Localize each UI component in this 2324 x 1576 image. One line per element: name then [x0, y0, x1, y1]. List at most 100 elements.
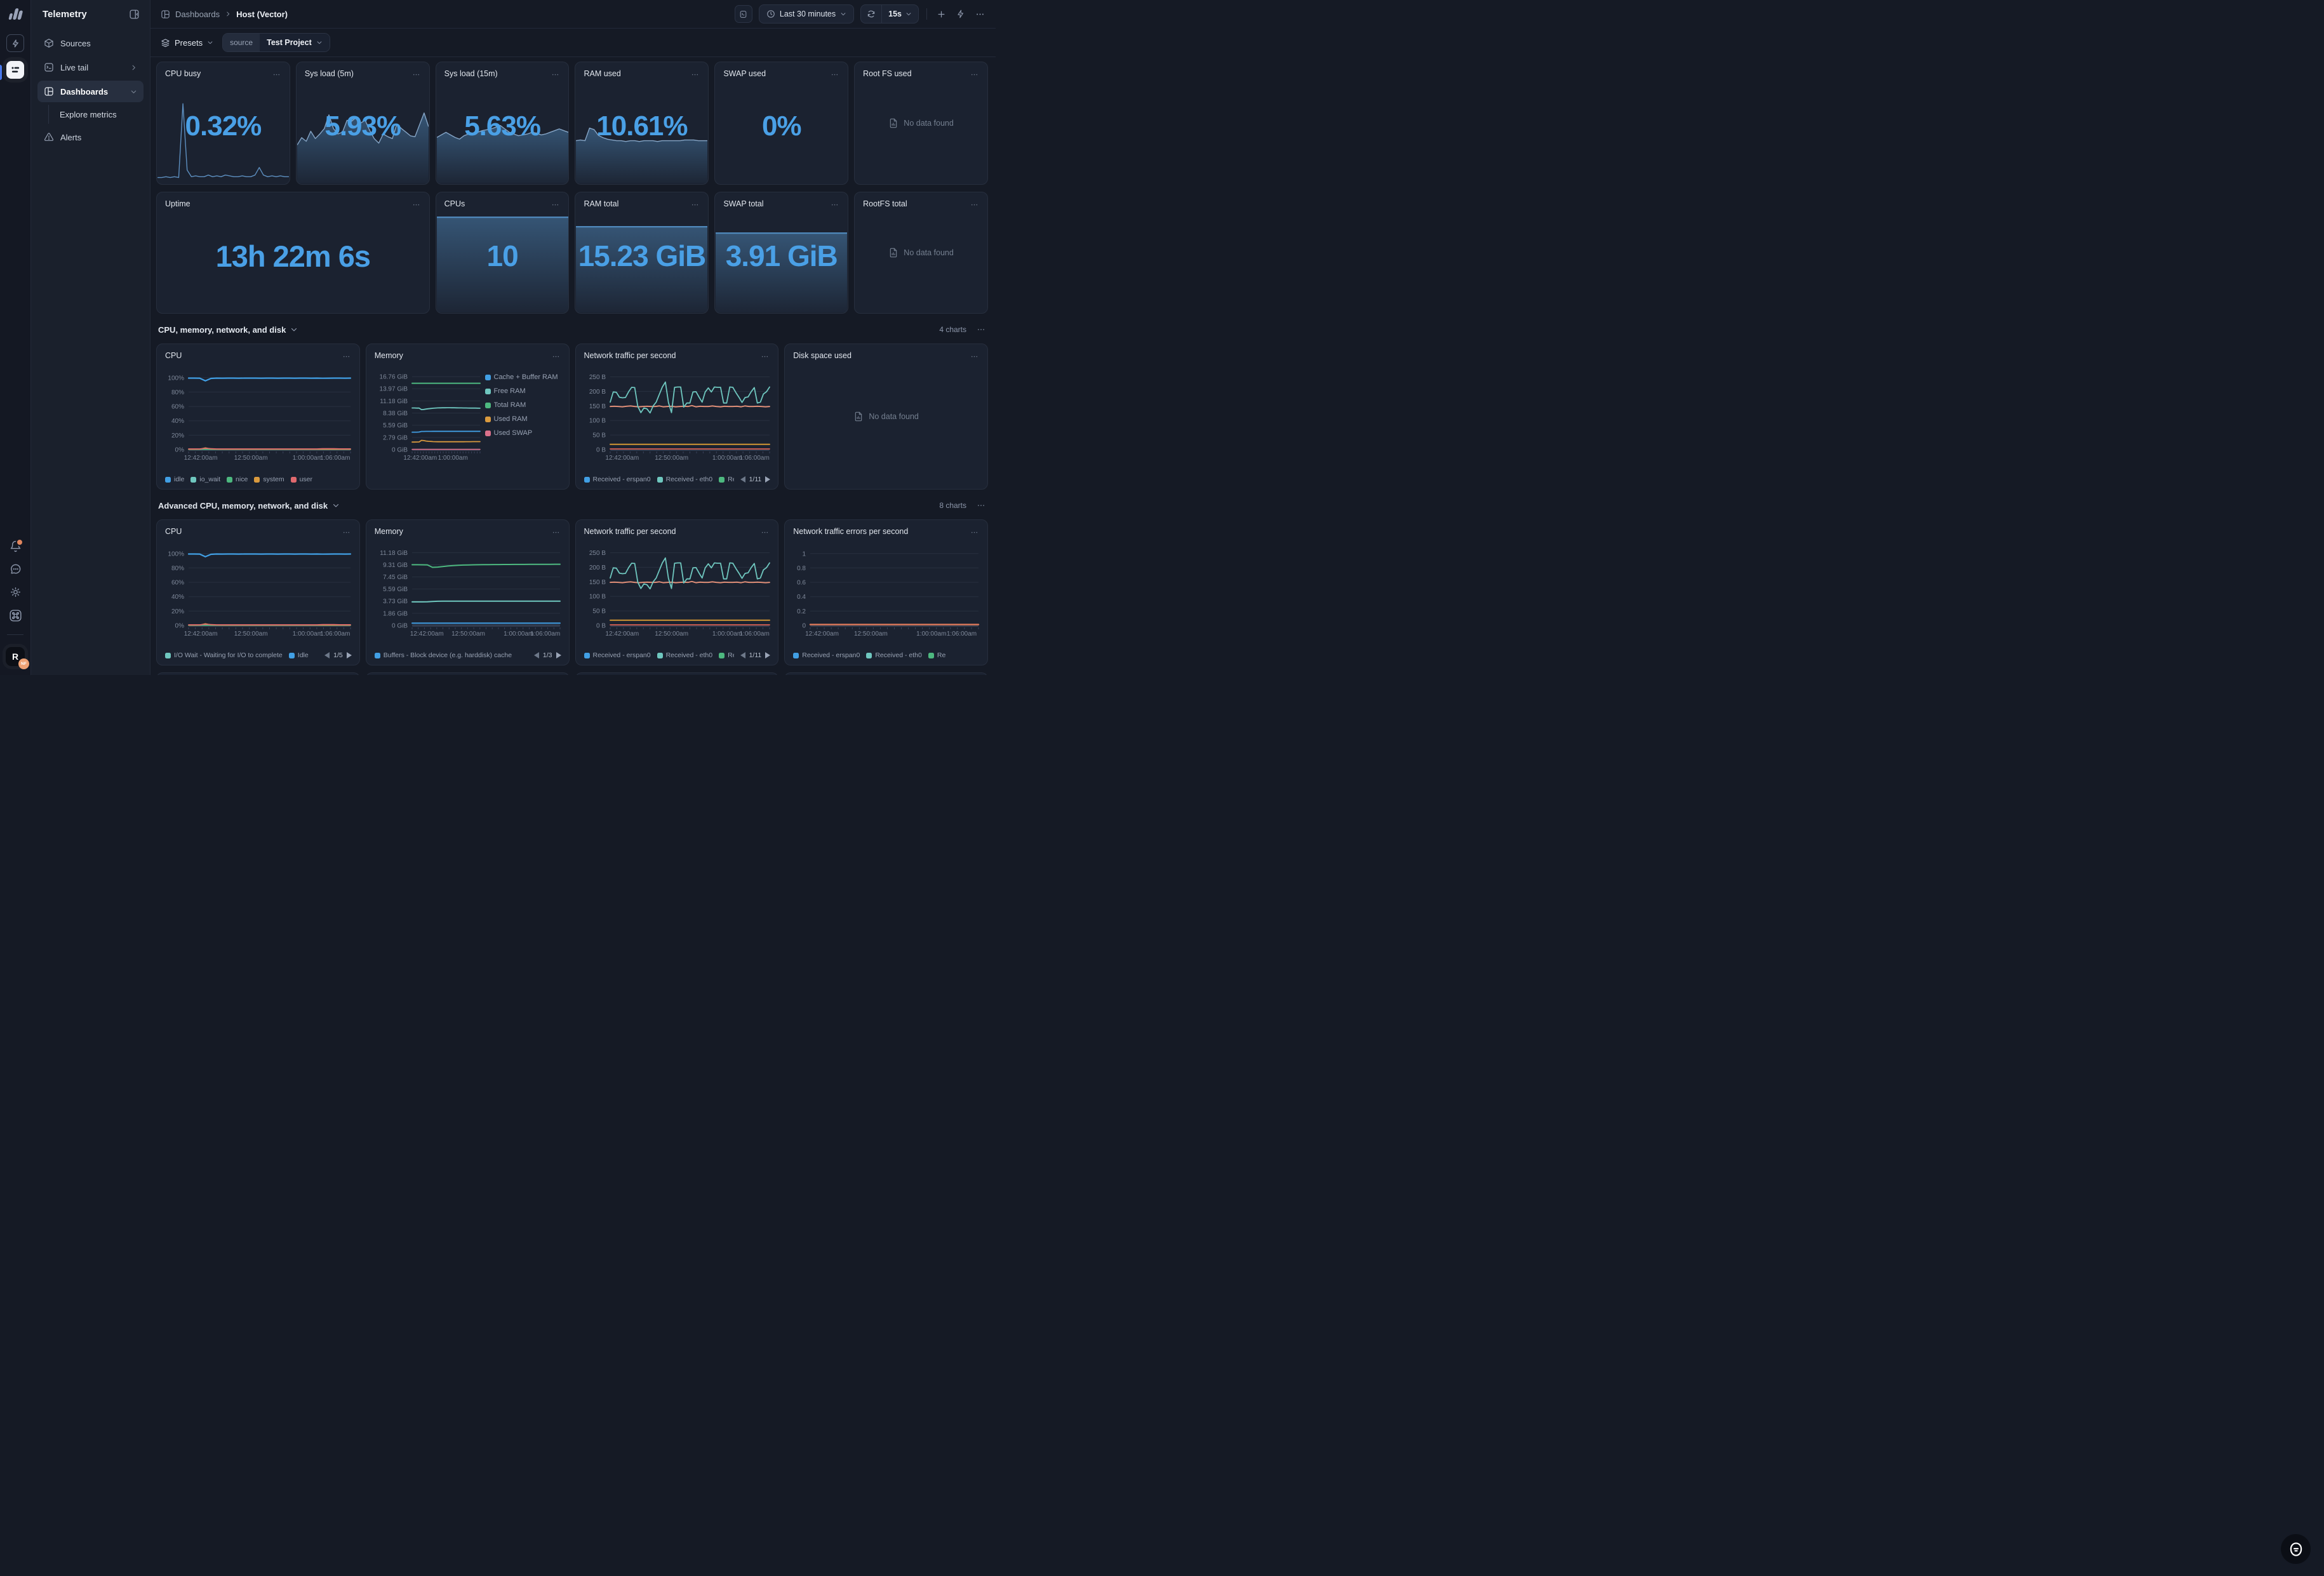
legend-item[interactable]: Received - eth0	[657, 476, 713, 483]
card-menu-icon[interactable]	[551, 527, 561, 538]
pager-label: 1/11	[749, 651, 762, 659]
legend-item[interactable]: Re	[719, 476, 733, 483]
card-menu-icon[interactable]	[411, 199, 422, 210]
card-menu-icon[interactable]	[690, 69, 700, 80]
card-menu-icon[interactable]	[341, 527, 352, 538]
chat-widget-button[interactable]	[2281, 1534, 2311, 1564]
network-advanced-chart-plot[interactable]: 250 B200 B150 B100 B50 B0 B12:42:00am12:…	[582, 545, 773, 638]
lightning-icon[interactable]	[954, 8, 967, 20]
legend-item[interactable]: Received - eth0	[657, 651, 713, 659]
card-menu-icon[interactable]	[969, 199, 980, 210]
legend-item[interactable]: nice	[227, 476, 248, 483]
legend-item[interactable]: Received - erspan0	[793, 651, 860, 659]
source-filter[interactable]: source Test Project	[222, 33, 330, 52]
legend-item[interactable]: Received - eth0	[866, 651, 922, 659]
sidebar-item-alerts[interactable]: Alerts	[37, 126, 144, 148]
memory-chart-plot[interactable]: 16.76 GiB13.97 GiB11.18 GiB8.38 GiB5.59 …	[373, 370, 484, 462]
top-bar: Dashboards Host (Vector) Last 30 minutes	[150, 0, 996, 29]
shortcuts-command-icon[interactable]	[9, 609, 22, 622]
card-menu-icon[interactable]	[969, 527, 980, 538]
card-menu-icon[interactable]	[829, 199, 840, 210]
pager-prev-icon[interactable]	[740, 652, 745, 658]
svg-text:250 B: 250 B	[589, 374, 605, 381]
memory-advanced-chart-plot[interactable]: 11.18 GiB9.31 GiB7.45 GiB5.59 GiB3.73 Gi…	[373, 545, 564, 638]
network-errors-chart-plot[interactable]: 10.80.60.40.2012:42:00am12:50:00am1:00:0…	[791, 545, 982, 638]
svg-text:80%: 80%	[171, 565, 184, 572]
source-filter-value[interactable]: Test Project	[260, 34, 330, 51]
card-menu-icon[interactable]	[829, 69, 840, 80]
quickstart-icon[interactable]	[6, 34, 24, 52]
card-menu-icon[interactable]	[759, 351, 770, 362]
legend-item[interactable]: Buffers - Block device (e.g. harddisk) c…	[375, 651, 512, 659]
pager-prev-icon[interactable]	[534, 652, 539, 658]
network-chart-plot[interactable]: 250 B200 B150 B100 B50 B0 B12:42:00am12:…	[582, 370, 773, 462]
pager-prev-icon[interactable]	[740, 476, 745, 483]
legend-swatch	[719, 477, 725, 483]
legend-label: io_wait	[199, 476, 220, 483]
legend-item[interactable]: Total RAM	[485, 401, 563, 409]
sidebar-collapse-icon[interactable]	[129, 9, 140, 20]
time-range-picker[interactable]: Last 30 minutes	[759, 4, 854, 23]
pager-next-icon[interactable]	[556, 652, 561, 658]
svg-text:100 B: 100 B	[589, 594, 605, 601]
section-header-basic[interactable]: CPU, memory, network, and disk 4 charts	[158, 322, 987, 337]
notifications-bell-icon[interactable]	[10, 540, 22, 552]
legend-item[interactable]: Re	[928, 651, 945, 659]
pager-next-icon[interactable]	[765, 476, 770, 483]
sidebar-item-dashboards[interactable]: Dashboards	[37, 81, 144, 102]
legend-item[interactable]: Used RAM	[485, 415, 563, 423]
section-header-advanced[interactable]: Advanced CPU, memory, network, and disk …	[158, 498, 987, 513]
feedback-chat-icon[interactable]	[10, 563, 22, 575]
card-menu-icon[interactable]	[969, 351, 980, 362]
legend-item[interactable]: Idle	[289, 651, 309, 659]
sidebar-item-explore-metrics[interactable]: Explore metrics	[57, 105, 144, 124]
card-menu-icon[interactable]	[690, 199, 700, 210]
telemetry-app-icon[interactable]	[6, 61, 24, 79]
breadcrumb-dashboards[interactable]: Dashboards	[175, 10, 220, 19]
cpu-chart-plot[interactable]: 100%80%60%40%20%0%12:42:00am12:50:00am1:…	[163, 370, 354, 462]
legend-pager: 1/3	[534, 651, 561, 659]
legend-item[interactable]: Re	[719, 651, 733, 659]
card-menu-icon[interactable]	[759, 527, 770, 538]
panel-view-button[interactable]	[735, 5, 752, 23]
legend-item[interactable]: io_wait	[190, 476, 220, 483]
legend-item[interactable]: system	[254, 476, 284, 483]
legend-item[interactable]: I/O Wait - Waiting for I/O to complete	[165, 651, 283, 659]
app-logo-icon[interactable]	[7, 8, 23, 20]
legend-item[interactable]: Free RAM	[485, 387, 563, 395]
sidebar-item-live-tail[interactable]: Live tail	[37, 57, 144, 78]
more-menu-icon[interactable]	[973, 8, 987, 21]
card-menu-icon[interactable]	[271, 69, 282, 80]
refresh-interval-select[interactable]: 15s	[882, 5, 918, 23]
pager-prev-icon[interactable]	[324, 652, 330, 658]
legend-item[interactable]: Cache + Buffer RAM	[485, 373, 563, 381]
main-area: Dashboards Host (Vector) Last 30 minutes	[150, 0, 996, 675]
legend-item[interactable]: idle	[165, 476, 184, 483]
card-menu-icon[interactable]	[341, 351, 352, 362]
card-menu-icon[interactable]	[969, 69, 980, 80]
presets-dropdown[interactable]: Presets	[161, 38, 213, 48]
chart-card-memory: Memory 16.76 GiB13.97 GiB11.18 GiB8.38 G…	[366, 344, 570, 490]
chevron-right-icon	[225, 11, 231, 17]
card-menu-icon[interactable]	[411, 69, 422, 80]
section-menu-icon[interactable]	[975, 500, 987, 511]
user-avatar[interactable]: R NF	[6, 647, 25, 666]
add-panel-icon[interactable]	[935, 8, 948, 21]
sidebar-item-sources[interactable]: Sources	[37, 32, 144, 54]
legend-item[interactable]: Used SWAP	[485, 429, 563, 437]
legend-item[interactable]: Received - erspan0	[584, 476, 651, 483]
card-menu-icon[interactable]	[550, 69, 561, 80]
legend-item[interactable]: Received - erspan0	[584, 651, 651, 659]
cpu-advanced-chart-plot[interactable]: 100%80%60%40%20%0%12:42:00am12:50:00am1:…	[163, 545, 354, 638]
pager-next-icon[interactable]	[765, 652, 770, 658]
card-menu-icon[interactable]	[550, 199, 561, 210]
theme-toggle-icon[interactable]	[10, 586, 22, 598]
pager-next-icon[interactable]	[347, 652, 352, 658]
legend-swatch	[719, 653, 725, 658]
legend-label: Cache + Buffer RAM	[494, 373, 558, 381]
refresh-button[interactable]	[861, 5, 882, 23]
svg-text:12:50:00am: 12:50:00am	[655, 455, 688, 462]
card-menu-icon[interactable]	[551, 351, 561, 362]
legend-item[interactable]: user	[291, 476, 312, 483]
section-menu-icon[interactable]	[975, 324, 987, 335]
